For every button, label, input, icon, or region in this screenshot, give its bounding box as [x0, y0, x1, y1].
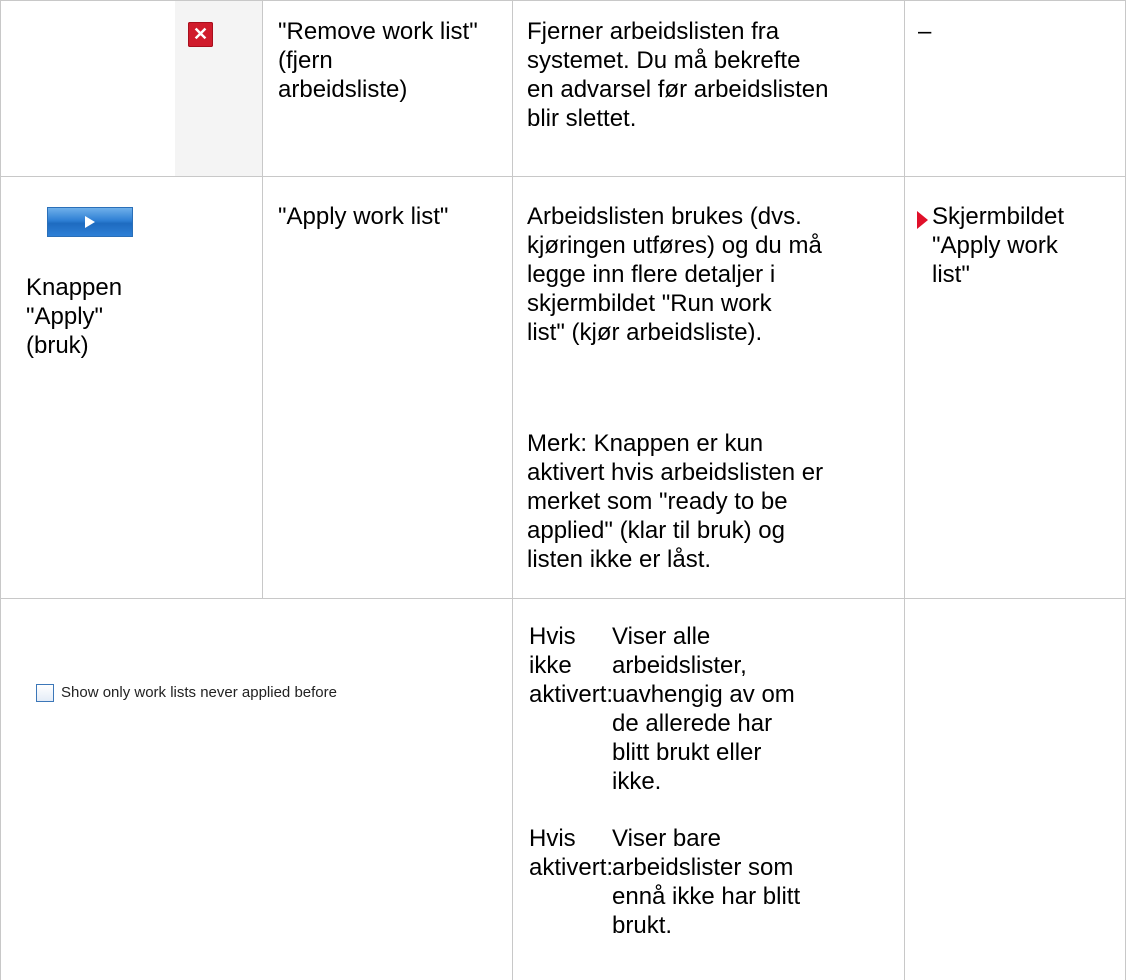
row-divider: [0, 598, 1126, 599]
checkbox-label: Show only work lists never applied befor…: [61, 684, 337, 701]
condition-text-not-activated: Viser alle arbeidslister, uavhengig av o…: [612, 623, 795, 795]
column-divider: [904, 0, 905, 980]
table-border-top: [0, 0, 1126, 1]
column-divider: [512, 0, 513, 980]
condition-text-activated: Viser bare arbeidslister som ennå ikke h…: [612, 825, 801, 939]
apply-element-name: Knappen "Apply" (bruk): [26, 274, 123, 359]
apply-work-list-function: "Apply work list": [278, 203, 449, 230]
play-arrow-icon: [85, 216, 95, 228]
show-only-never-applied-checkbox[interactable]: [36, 684, 54, 702]
remove-work-list-function: "Remove work list" (fjern arbeidsliste): [278, 18, 478, 103]
column-divider: [262, 0, 263, 598]
reference-table: ✕ "Remove work list" (fjern arbeidsliste…: [0, 0, 1126, 980]
condition-label-activated: Hvis aktivert:: [529, 825, 614, 881]
close-x-icon: ✕: [188, 22, 213, 47]
condition-label-not-activated: Hvis ikke aktivert:: [529, 623, 614, 708]
remove-work-list-description: Fjerner arbeidslisten fra systemet. Du m…: [527, 18, 829, 132]
apply-work-list-description: Arbeidslisten brukes (dvs. kjøringen utf…: [527, 203, 822, 346]
remove-work-list-reference: –: [918, 18, 932, 45]
table-border-left: [0, 0, 1, 980]
link-arrow-icon: [917, 211, 928, 229]
apply-button[interactable]: [47, 207, 133, 237]
row-divider: [0, 176, 1126, 177]
apply-work-list-note: Merk: Knappen er kun aktivert hvis arbei…: [527, 430, 824, 573]
apply-work-list-reference[interactable]: Skjermbildet "Apply work list": [932, 202, 1064, 289]
